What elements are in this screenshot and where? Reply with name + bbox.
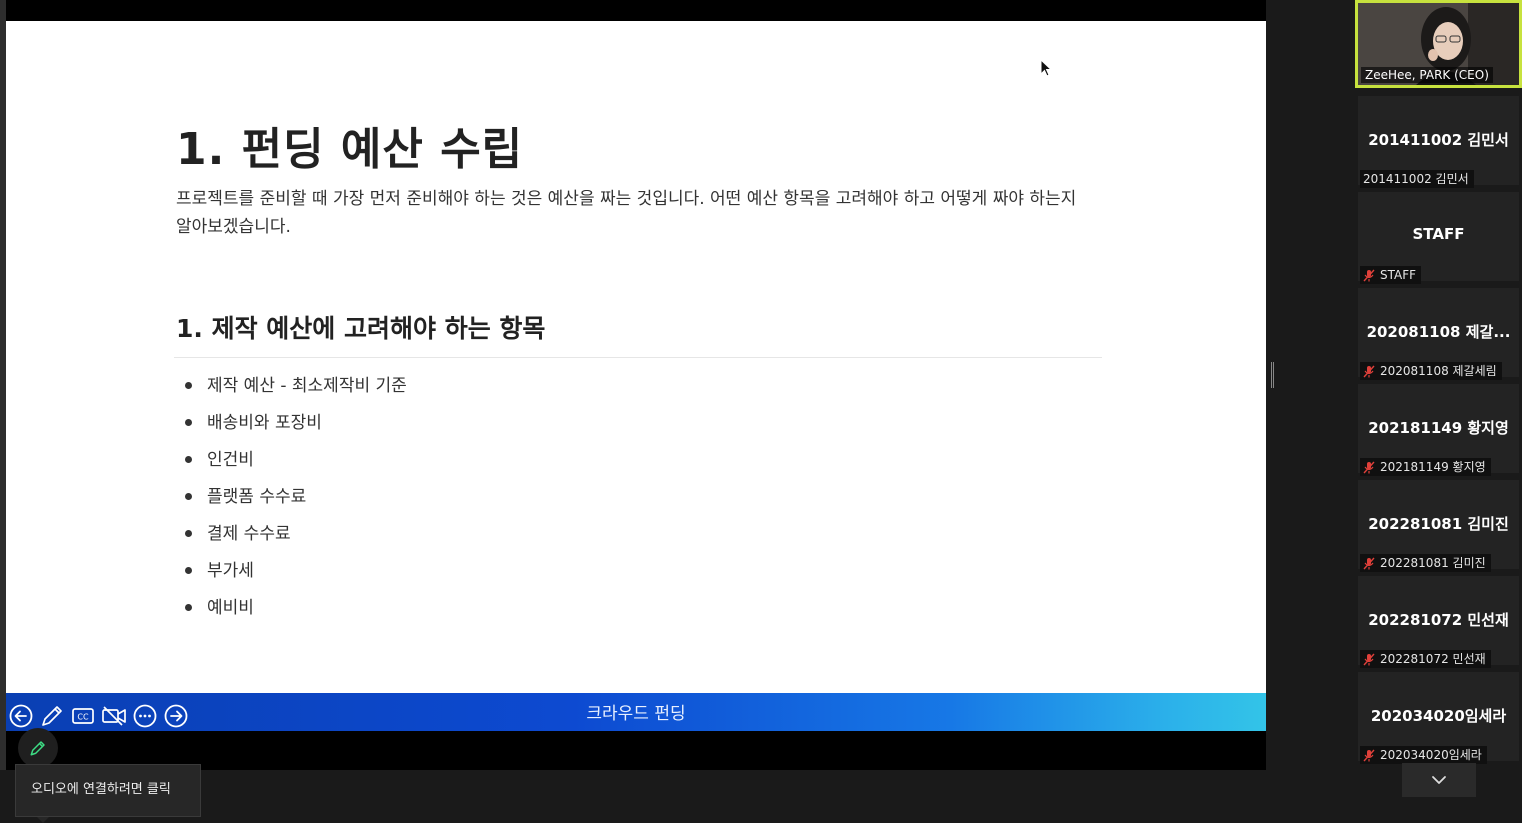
participant-display-name: 202281081 김미진 [1368, 515, 1509, 533]
bullet-icon [185, 456, 192, 463]
pencil-icon [30, 741, 45, 756]
participant-display-name: 202081108 제갈... [1366, 323, 1511, 341]
annotate-button[interactable] [18, 728, 58, 768]
participant-tile[interactable]: 202281072 민선재 202281072 민선재 [1358, 576, 1519, 668]
slide-bullet-text: 예비비 [207, 598, 254, 618]
muted-mic-icon [1363, 749, 1375, 761]
muted-mic-icon [1363, 269, 1375, 281]
participant-name-label: 202181149 황지영 [1360, 458, 1491, 476]
slide-bullet-item: 플랫폼 수수료 [182, 480, 407, 517]
participant-name-label: 202281081 김미진 [1360, 554, 1491, 572]
participant-tile[interactable]: STAFF STAFF [1358, 192, 1519, 284]
participant-tile[interactable]: 202181149 황지영 202181149 황지영 [1358, 384, 1519, 476]
bullet-icon [185, 567, 192, 574]
participant-tile[interactable]: 202034020임세라 202034020임세라 [1358, 672, 1519, 764]
participant-display-name: 202181149 황지영 [1368, 419, 1509, 437]
participant-name-label: 201411002 김민서 [1360, 170, 1474, 188]
participant-name-label: 202281072 민선재 [1360, 650, 1491, 668]
chevron-down-icon [1432, 776, 1446, 784]
slide-intro: 프로젝트를 준비할 때 가장 먼저 준비해야 하는 것은 예산을 짜는 것입니다… [176, 189, 1077, 237]
bullet-icon [185, 382, 192, 389]
slide-subheading: 1. 제작 예산에 고려해야 하는 항목 [176, 314, 546, 343]
slide-bullet-list: 제작 예산 - 최소제작비 기준 배송비와 포장비 인건비 플랫폼 수수료 결제… [182, 369, 407, 628]
participant-display-name: 201411002 김민서 [1368, 131, 1509, 149]
scroll-down-button[interactable] [1402, 763, 1476, 797]
bullet-icon [185, 604, 192, 611]
slide-footer-bar: CC 크라우드 펀딩 [6, 693, 1266, 731]
slide-footer-title: 크라우드 펀딩 [586, 704, 686, 724]
participant-label-text: STAFF [1380, 268, 1417, 282]
participant-tile[interactable]: 202281081 김미진 202281081 김미진 [1358, 480, 1519, 572]
slide-bullet-item: 인건비 [182, 443, 407, 480]
audio-connect-text: 오디오에 연결하려면 클릭 [31, 782, 171, 797]
bullet-icon [185, 419, 192, 426]
slide-bullet-text: 배송비와 포장비 [207, 413, 322, 433]
mouse-cursor-icon [1040, 59, 1052, 77]
slide-bullet-item: 결제 수수료 [182, 517, 407, 554]
slide-bullet-text: 인건비 [207, 450, 254, 470]
bullet-icon [185, 530, 192, 537]
bullet-icon [185, 493, 192, 500]
slide-bullet-text: 제작 예산 - 최소제작비 기준 [207, 376, 407, 396]
slide-bullet-item: 부가세 [182, 554, 407, 591]
participant-label-text: 201411002 김민서 [1363, 172, 1469, 186]
tooltip-arrow [37, 817, 49, 823]
shared-screen: 1. 펀딩 예산 수립 프로젝트를 준비할 때 가장 먼저 준비해야 하는 것은… [0, 0, 1266, 770]
muted-mic-icon [1363, 557, 1375, 569]
participant-display-name: STAFF [1412, 225, 1465, 243]
slide: 1. 펀딩 예산 수립 프로젝트를 준비할 때 가장 먼저 준비해야 하는 것은… [6, 21, 1266, 693]
participant-display-name: 202034020임세라 [1370, 707, 1507, 725]
participant-label-text: 202081108 제갈세림 [1380, 364, 1497, 378]
muted-mic-icon [1363, 365, 1375, 377]
participant-label-text: 202181149 황지영 [1380, 460, 1486, 474]
participant-tile[interactable]: 201411002 김민서 201411002 김민서 [1358, 96, 1519, 188]
slide-bullet-item: 예비비 [182, 591, 407, 628]
participant-display-name: 202281072 민선재 [1368, 611, 1509, 629]
active-speaker-video[interactable]: ZeeHee, PARK (CEO) [1355, 0, 1522, 88]
participant-name-label: 202081108 제갈세림 [1360, 362, 1502, 380]
slide-bullet-item: 배송비와 포장비 [182, 406, 407, 443]
participant-tile[interactable]: 202081108 제갈... 202081108 제갈세림 [1358, 288, 1519, 380]
muted-mic-icon [1363, 461, 1375, 473]
participant-label-text: 202034020임세라 [1380, 748, 1482, 762]
slide-bullet-text: 플랫폼 수수료 [207, 487, 307, 507]
panel-resize-handle[interactable] [1271, 362, 1274, 388]
participant-label-text: 202281081 김미진 [1380, 556, 1486, 570]
slide-bullet-item: 제작 예산 - 최소제작비 기준 [182, 369, 407, 406]
slide-title: 1. 펀딩 예산 수립 [176, 124, 524, 175]
participant-label-text: 202281072 민선재 [1380, 652, 1486, 666]
slide-divider [174, 357, 1102, 358]
slide-bullet-text: 부가세 [207, 561, 254, 581]
muted-mic-icon [1363, 653, 1375, 665]
slide-bullet-text: 결제 수수료 [207, 524, 291, 544]
audio-connect-tooltip[interactable]: 오디오에 연결하려면 클릭 [15, 764, 201, 817]
speaker-name-label: ZeeHee, PARK (CEO) [1361, 67, 1493, 83]
participant-name-label: 202034020임세라 [1360, 746, 1487, 764]
participant-name-label: STAFF [1360, 266, 1422, 284]
